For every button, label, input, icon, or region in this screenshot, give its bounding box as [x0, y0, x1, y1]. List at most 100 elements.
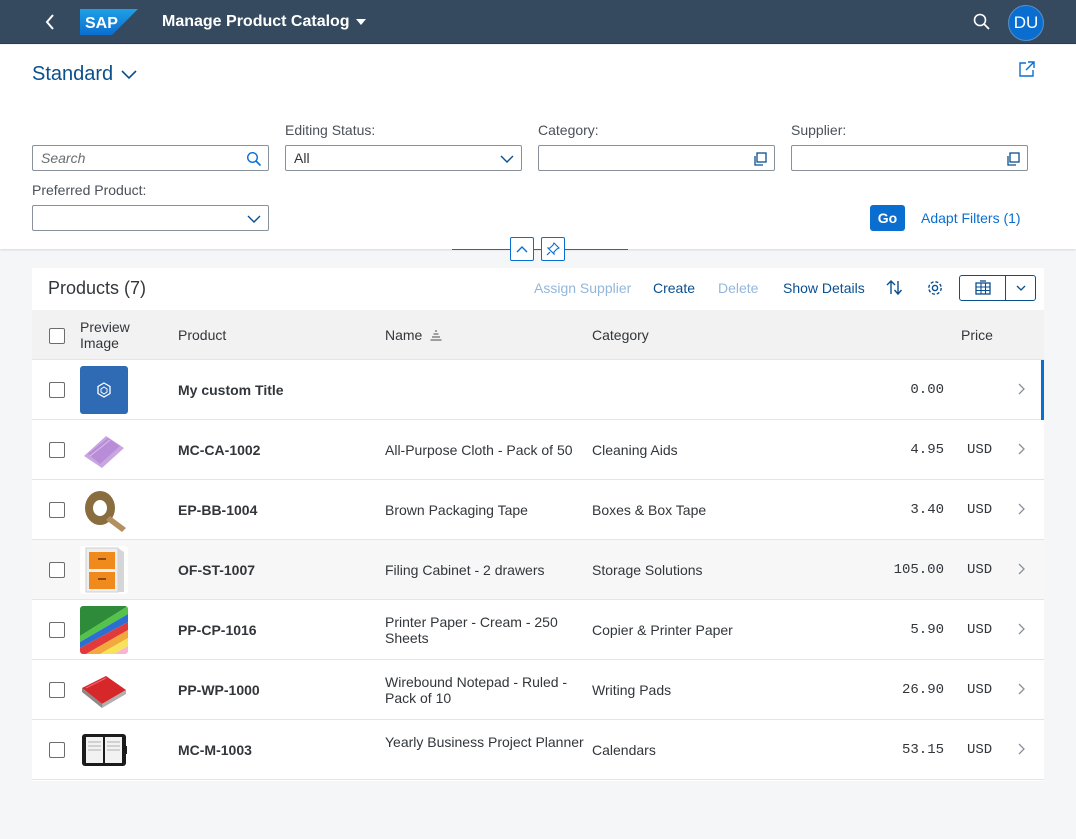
delete-button[interactable]: Delete	[718, 280, 758, 296]
table-row[interactable]: PP-WP-1000 Wirebound Notepad - Ruled - P…	[32, 660, 1044, 720]
row-checkbox[interactable]	[49, 502, 65, 518]
products-table: Products (7) Assign Supplier Create Dele…	[32, 268, 1044, 781]
chevron-down-icon[interactable]	[246, 211, 262, 227]
table-view-button[interactable]	[960, 276, 1006, 300]
row-checkbox[interactable]	[49, 742, 65, 758]
editing-status-value: All	[294, 150, 310, 166]
navigation-arrow-icon[interactable]	[1016, 502, 1026, 516]
app-title: Manage Product Catalog	[162, 13, 350, 30]
product-id: OF-ST-1007	[178, 562, 256, 578]
navigation-arrow-icon[interactable]	[1016, 682, 1026, 696]
product-name: Printer Paper - Cream - 250 Sheets	[385, 614, 558, 646]
value-help-icon[interactable]	[1005, 151, 1021, 167]
column-preview-image[interactable]: Preview Image	[80, 319, 130, 351]
go-button[interactable]: Go	[870, 205, 905, 231]
product-currency: USD	[967, 442, 993, 458]
table-row[interactable]: PP-CP-1016 Printer Paper - Cream - 250 S…	[32, 600, 1044, 660]
product-id: MC-CA-1002	[178, 442, 261, 458]
product-id: My custom Title	[178, 382, 284, 398]
search-placeholder: Search	[41, 150, 86, 166]
product-category: Boxes & Box Tape	[592, 502, 707, 518]
table-row[interactable]: MC-M-1003 Yearly Business Project Planne…	[32, 720, 1044, 780]
table-toolbar: Products (7) Assign Supplier Create Dele…	[32, 268, 1044, 310]
category-input[interactable]	[538, 145, 775, 171]
svg-text:SAP: SAP	[85, 15, 118, 32]
preferred-product-select[interactable]	[32, 205, 269, 231]
supplier-label: Supplier:	[791, 122, 847, 138]
column-preview-line1: Preview	[80, 319, 130, 335]
product-price: 3.40	[910, 502, 944, 518]
product-placeholder-icon	[80, 366, 128, 414]
view-switch[interactable]	[959, 275, 1036, 301]
sort-icon[interactable]	[885, 278, 905, 298]
column-name[interactable]: Name	[385, 327, 442, 343]
show-details-button[interactable]: Show Details	[783, 280, 865, 296]
product-price: 4.95	[910, 442, 944, 458]
assign-supplier-button[interactable]: Assign Supplier	[534, 280, 631, 296]
search-input[interactable]: Search	[32, 145, 269, 171]
product-price: 0.00	[910, 382, 944, 398]
row-checkbox[interactable]	[49, 682, 65, 698]
chevron-down-icon	[1016, 285, 1025, 291]
table-row[interactable]: OF-ST-1007 Filing Cabinet - 2 drawers St…	[32, 540, 1044, 600]
planner-image	[80, 726, 128, 774]
search-icon[interactable]	[972, 12, 992, 32]
column-price[interactable]: Price	[961, 327, 993, 343]
value-help-icon[interactable]	[752, 151, 768, 167]
table-header: Preview Image Product Name Category Pric…	[32, 310, 1044, 360]
table-row[interactable]: EP-BB-1004 Brown Packaging Tape Boxes & …	[32, 480, 1044, 540]
product-price: 26.90	[901, 682, 944, 698]
header-divider	[452, 249, 628, 250]
preferred-product-label: Preferred Product:	[32, 182, 147, 198]
row-checkbox[interactable]	[49, 622, 65, 638]
row-checkbox[interactable]	[49, 562, 65, 578]
navigation-arrow-icon[interactable]	[1016, 442, 1026, 456]
editing-status-label: Editing Status:	[285, 122, 376, 138]
product-name: Yearly Business Project Planner	[385, 734, 584, 750]
chevron-down-icon[interactable]	[499, 151, 515, 167]
product-currency: USD	[967, 742, 993, 758]
navigation-arrow-icon[interactable]	[1016, 562, 1026, 576]
navigation-arrow-icon[interactable]	[1016, 382, 1026, 396]
select-all-checkbox[interactable]	[49, 328, 65, 344]
settings-icon[interactable]	[925, 278, 945, 298]
adapt-filters-button[interactable]: Adapt Filters (1)	[921, 210, 1021, 226]
navigation-arrow-icon[interactable]	[1016, 622, 1026, 636]
product-name: Brown Packaging Tape	[385, 502, 528, 518]
back-icon[interactable]	[38, 10, 62, 34]
variant-management[interactable]: Standard	[32, 63, 137, 86]
paper-image	[80, 606, 128, 654]
product-name: Wirebound Notepad - Ruled - Pack of 10	[385, 674, 568, 706]
editing-status-select[interactable]: All	[285, 145, 522, 171]
row-checkbox[interactable]	[49, 442, 65, 458]
column-preview-line2: Image	[80, 335, 119, 351]
table-title: Products (7)	[48, 278, 147, 298]
supplier-input[interactable]	[791, 145, 1028, 171]
product-currency: USD	[967, 682, 993, 698]
table-row[interactable]: MC-CA-1002 All-Purpose Cloth - Pack of 5…	[32, 420, 1044, 480]
table-view-icon	[974, 280, 991, 295]
app-title-menu[interactable]: Manage Product Catalog	[162, 13, 366, 31]
navigation-arrow-icon[interactable]	[1016, 742, 1026, 756]
column-name-label: Name	[385, 327, 423, 343]
view-dropdown-button[interactable]	[1006, 276, 1035, 300]
filter-bar: Standard Search Editing Status: All Cate…	[0, 45, 1076, 249]
pin-header-button[interactable]	[541, 237, 565, 261]
user-avatar[interactable]: DU	[1008, 5, 1044, 41]
create-button[interactable]: Create	[653, 280, 695, 296]
product-price: 53.15	[901, 742, 944, 758]
variant-name: Standard	[32, 63, 114, 85]
share-icon[interactable]	[1018, 60, 1036, 78]
sap-logo[interactable]: SAP	[80, 9, 138, 35]
product-name: Filing Cabinet - 2 drawers	[385, 562, 545, 578]
product-id: PP-WP-1000	[178, 682, 260, 698]
collapse-header-button[interactable]	[510, 237, 534, 261]
row-checkbox[interactable]	[49, 382, 65, 398]
pin-icon	[546, 242, 560, 256]
product-id: MC-M-1003	[178, 742, 252, 758]
chevron-down-icon	[121, 69, 137, 79]
column-category[interactable]: Category	[592, 327, 649, 343]
column-product[interactable]: Product	[178, 327, 226, 343]
search-icon[interactable]	[246, 151, 262, 167]
table-row[interactable]: My custom Title 0.00	[32, 360, 1044, 420]
